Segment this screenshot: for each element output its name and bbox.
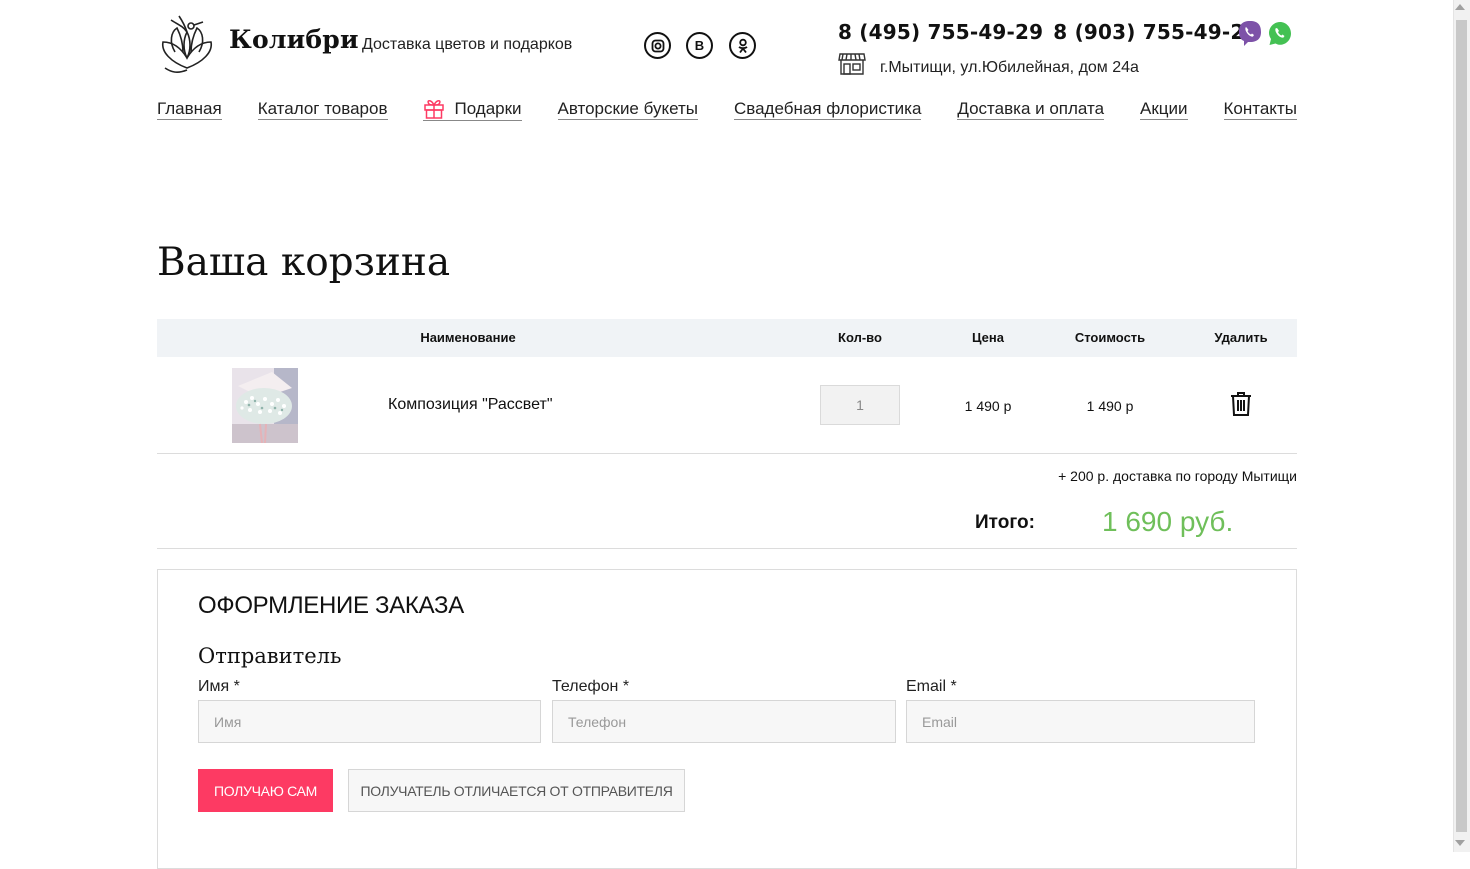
viber-icon[interactable]: [1237, 20, 1263, 47]
trash-icon[interactable]: [1229, 391, 1253, 417]
name-label: Имя *: [198, 678, 240, 695]
phone-numbers: 8 (495) 755-49-29 8 (903) 755-49-29: [838, 20, 1259, 44]
column-header-price: Цена: [972, 330, 1004, 345]
email-label: Email *: [906, 678, 957, 695]
column-header-name: Наименование: [420, 330, 516, 345]
nav-item-delivery[interactable]: Доставка и оплата: [957, 98, 1105, 120]
vk-icon-label: B: [694, 38, 705, 53]
nav-label: Авторские букеты: [557, 98, 699, 118]
phone-link-2[interactable]: 8 (903) 755-49-29: [1053, 20, 1258, 44]
nav-label: Подарки: [454, 98, 522, 118]
page-title: Ваша корзина: [157, 240, 451, 285]
phone-label: Телефон *: [552, 678, 630, 695]
scrollbar-thumb[interactable]: [1456, 20, 1467, 832]
column-header-cost: Стоимость: [1074, 330, 1146, 345]
quantity-input[interactable]: 1: [820, 385, 900, 425]
main-nav: Главная Каталог товаров Подарки Авторски…: [157, 97, 1297, 121]
brand-name[interactable]: Колибри: [229, 25, 359, 54]
product-price: 1 490 р: [964, 398, 1012, 414]
scroll-up-icon[interactable]: [1455, 4, 1465, 10]
divider: [157, 453, 1297, 454]
receive-self-button[interactable]: Получаю сам: [198, 769, 333, 812]
nav-item-catalog[interactable]: Каталог товаров: [257, 98, 388, 120]
tagline: Доставка цветов и подарков: [362, 36, 573, 53]
total-value: 1 690 руб.: [1102, 506, 1234, 537]
column-header-delete: Удалить: [1214, 330, 1268, 345]
nav-item-gifts[interactable]: Подарки: [423, 97, 522, 121]
nav-label: Доставка и оплата: [957, 98, 1105, 118]
nav-label: Акции: [1140, 98, 1188, 118]
logo-icon[interactable]: [157, 12, 217, 76]
cart-table-header: Наименование Кол-во Цена Стоимость Удали…: [157, 319, 1297, 357]
recipient-differs-button[interactable]: Получатель отличается от отправителя: [348, 769, 685, 812]
nav-item-promotions[interactable]: Акции: [1140, 99, 1188, 120]
whatsapp-icon[interactable]: [1267, 20, 1293, 47]
column-header-qty: Кол-во: [838, 330, 882, 345]
product-name[interactable]: Композиция "Рассвет": [388, 396, 553, 414]
nav-item-home[interactable]: Главная: [157, 99, 222, 120]
order-title: Оформление заказа: [198, 592, 464, 619]
email-field[interactable]: [906, 700, 1255, 743]
odnoklassniki-icon[interactable]: [729, 32, 756, 59]
total-label: Итого:: [975, 512, 1035, 533]
delivery-note: + 200 р. доставка по городу Мытищи: [1058, 468, 1297, 484]
nav-label: Контакты: [1223, 98, 1297, 118]
instagram-icon[interactable]: [644, 32, 671, 59]
product-cost: 1 490 р: [1086, 398, 1134, 414]
shop-icon: [838, 52, 866, 76]
nav-label: Главная: [157, 98, 222, 118]
product-image[interactable]: [232, 368, 298, 443]
nav-item-wedding[interactable]: Свадебная флористика: [733, 98, 922, 120]
sender-title: Отправитель: [198, 644, 342, 668]
name-field[interactable]: [198, 700, 541, 743]
phone-link-1[interactable]: 8 (495) 755-49-29: [838, 20, 1043, 44]
scroll-down-icon[interactable]: [1455, 840, 1465, 846]
phone-field[interactable]: [552, 700, 896, 743]
vk-icon[interactable]: B: [686, 32, 713, 59]
address: г.Мытищи, ул.Юбилейная, дом 24а: [880, 59, 1139, 76]
nav-label: Свадебная флористика: [733, 98, 922, 118]
divider: [157, 548, 1297, 549]
gift-icon: [424, 100, 445, 119]
nav-item-author-bouquets[interactable]: Авторские букеты: [557, 98, 699, 120]
nav-item-contacts[interactable]: Контакты: [1223, 98, 1297, 120]
nav-label: Каталог товаров: [257, 98, 388, 118]
